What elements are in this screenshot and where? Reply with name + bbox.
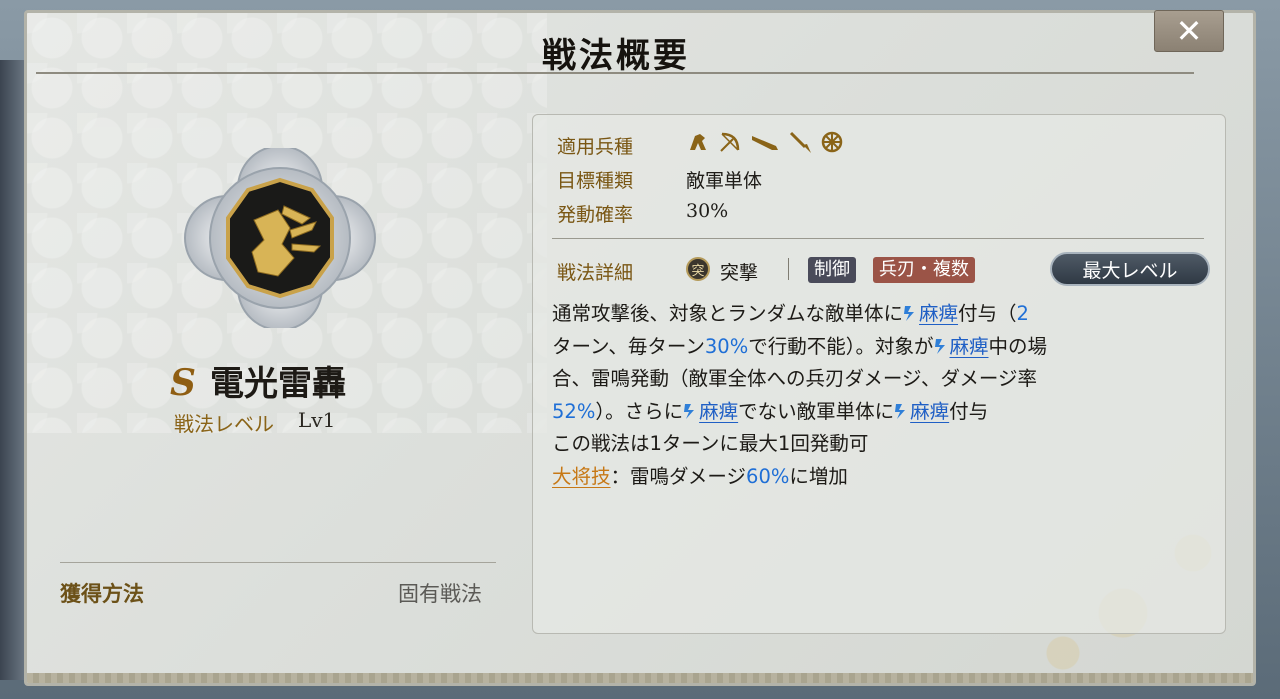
spear-icon xyxy=(789,131,811,153)
description-text: ：雷鳴ダメージ xyxy=(610,464,747,488)
description-number: 30% xyxy=(704,334,749,358)
acquisition-value: 固有戦法 xyxy=(398,582,482,606)
activation-rate-value: 30% xyxy=(686,200,729,222)
info-divider xyxy=(552,238,1204,239)
target-type-value: 敵軍単体 xyxy=(686,170,763,192)
cavalry-icon xyxy=(690,134,706,150)
description-text: 合、雷鳴発動（敵軍全体への兵刃ダメージ、ダメージ率 xyxy=(552,367,1037,390)
description-text: この戦法は1ターンに最大1回発動可 xyxy=(552,432,869,455)
skill-description: 通常攻撃後、対象とランダムな敵単体に 麻痺付与（2 ターン、毎ターン30%で行動不… xyxy=(552,298,1210,493)
troop-type-icons xyxy=(686,130,844,154)
target-type-label: 目標種類 xyxy=(557,170,634,192)
description-text: ターン、毎ターン xyxy=(552,334,705,358)
skill-level-value: Lv1 xyxy=(298,408,336,432)
description-number: 52% xyxy=(552,399,596,423)
background-edge xyxy=(0,60,26,680)
left-divider xyxy=(60,562,496,563)
paralysis-icon xyxy=(934,338,945,354)
description-text: 中の場 xyxy=(988,334,1048,358)
tag-control: 制御 xyxy=(808,257,856,283)
description-line: 大将技：雷鳴ダメージ60%に増加 xyxy=(552,461,1210,494)
title-divider xyxy=(36,72,1194,74)
description-text: でない敵軍単体に xyxy=(738,399,895,423)
description-text: 通常攻撃後、対象とランダムな敵単体に xyxy=(552,302,904,325)
skill-emblem-icon xyxy=(184,148,376,328)
wheel-icon xyxy=(821,131,843,153)
skill-level-row: 戦法レベル Lv1 xyxy=(174,408,335,437)
description-line: 通常攻撃後、対象とランダムな敵単体に 麻痺付与（2 xyxy=(552,298,1210,331)
description-number: 60% xyxy=(746,464,790,488)
tag-separator xyxy=(788,258,789,280)
gun-icon xyxy=(752,136,778,150)
bow-icon xyxy=(720,132,740,152)
paralysis-icon xyxy=(895,403,906,419)
dialog-title: 戦法概要 xyxy=(542,36,690,76)
description-text: ）。さらに xyxy=(595,399,684,423)
skill-title: S 電光雷轟 xyxy=(170,356,390,405)
paralysis-keyword[interactable]: 麻痺 xyxy=(699,400,738,423)
description-text: 付与 xyxy=(949,399,989,423)
paralysis-icon xyxy=(904,306,915,321)
max-level-button[interactable]: 最大レベル xyxy=(1050,252,1210,286)
tag-weapon-multi: 兵刃・複数 xyxy=(873,257,975,283)
close-icon: ✕ xyxy=(1175,12,1203,50)
paralysis-keyword[interactable]: 麻痺 xyxy=(910,400,949,423)
dialog-bottom-border xyxy=(27,673,1253,683)
activation-rate-label: 発動確率 xyxy=(557,204,634,226)
description-line: この戦法は1ターンに最大1回発動可 xyxy=(552,428,1210,461)
skill-level-label: 戦法レベル xyxy=(174,412,274,436)
paralysis-icon xyxy=(684,403,695,419)
general-skill-keyword[interactable]: 大将技 xyxy=(552,465,611,488)
skill-detail-label: 戦法詳細 xyxy=(557,262,634,284)
description-text: で行動不能）。対象が xyxy=(748,334,934,358)
troop-type-label: 適用兵種 xyxy=(557,136,634,158)
description-text: に増加 xyxy=(789,464,848,488)
acquisition-label: 獲得方法 xyxy=(60,582,144,606)
assault-type-icon: 突 xyxy=(686,257,710,281)
description-number: 2 xyxy=(1016,302,1029,325)
paralysis-keyword[interactable]: 麻痺 xyxy=(950,335,989,358)
paralysis-keyword[interactable]: 麻痺 xyxy=(919,302,958,325)
skill-grade: S xyxy=(170,362,196,404)
close-button[interactable]: ✕ xyxy=(1154,10,1224,52)
description-line: ターン、毎ターン30%で行動不能）。対象が 麻痺中の場 xyxy=(552,331,1210,364)
description-text: 付与（ xyxy=(958,302,1017,325)
description-line: 52%）。さらに 麻痺でない敵軍単体に 麻痺付与 xyxy=(552,396,1210,429)
skill-name: 電光雷轟 xyxy=(210,364,346,404)
skill-type-label: 突撃 xyxy=(720,262,759,284)
description-line: 合、雷鳴発動（敵軍全体への兵刃ダメージ、ダメージ率 xyxy=(552,363,1210,396)
